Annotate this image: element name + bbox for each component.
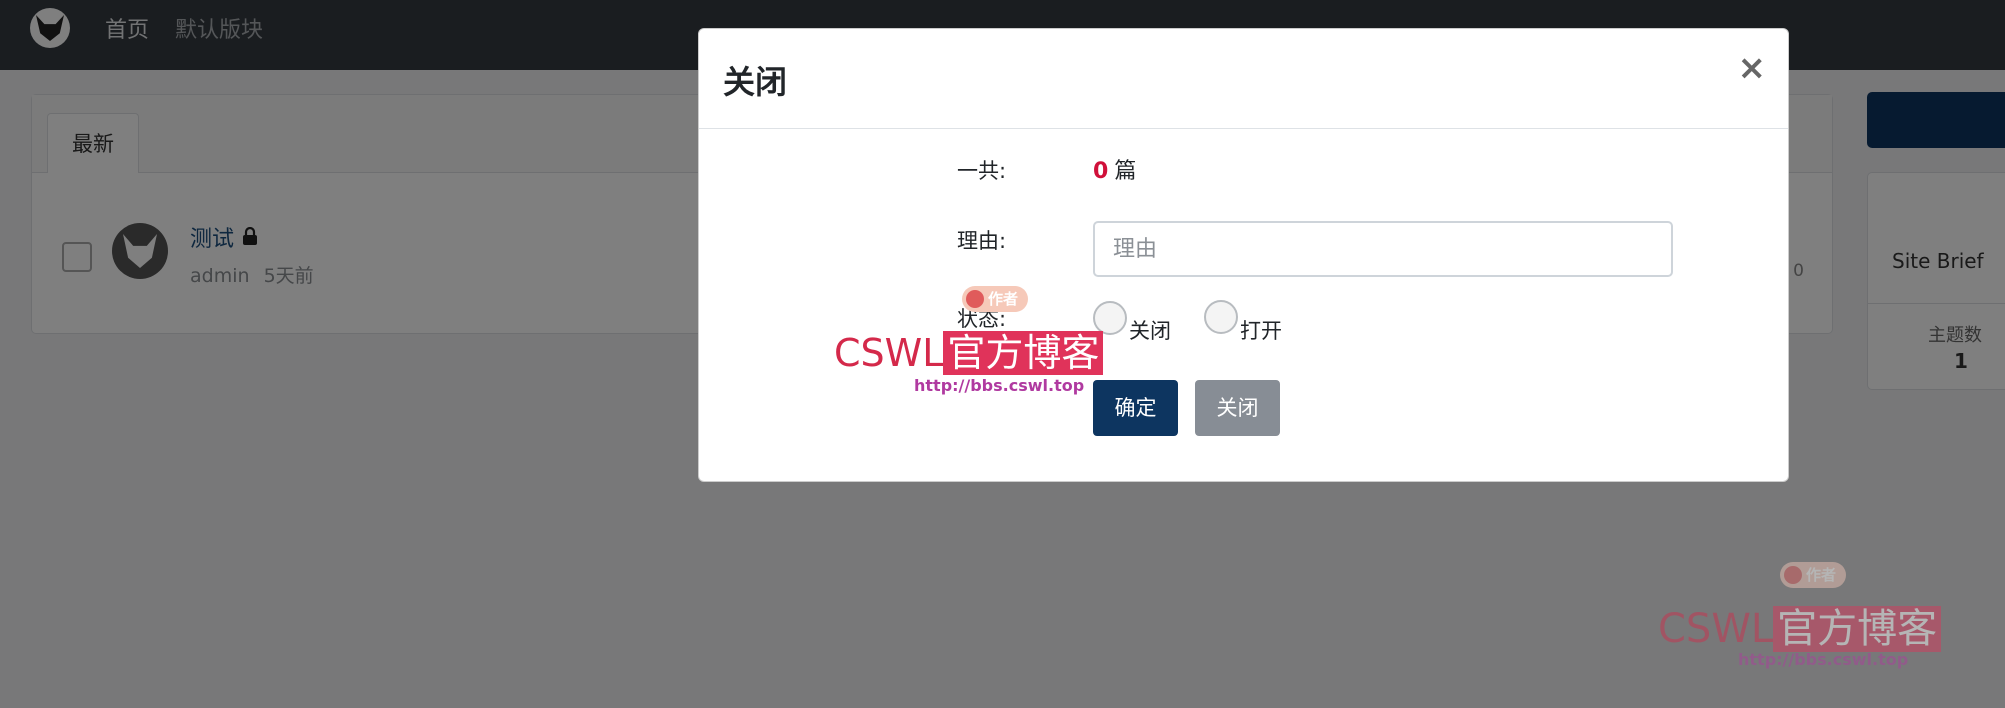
total-count: 0 (1093, 159, 1109, 184)
status-radio-open[interactable] (1204, 300, 1238, 334)
confirm-button[interactable]: 确定 (1093, 380, 1178, 436)
dialog-title: 关闭 (723, 63, 788, 101)
status-option-closed-label[interactable]: 关闭 (1129, 315, 1171, 345)
dialog-header: 关闭 × (699, 29, 1788, 129)
reason-label: 理由: (957, 229, 1007, 253)
close-thread-dialog: 关闭 × 一共: 0篇 理由: 状态: 关闭 打开 确定 关闭 (698, 28, 1789, 482)
total-label: 一共: (957, 159, 1007, 183)
total-unit: 篇 (1114, 159, 1137, 184)
total-value: 0篇 (1093, 153, 1136, 185)
status-radio-closed[interactable] (1093, 301, 1127, 335)
close-icon[interactable]: × (1738, 51, 1767, 85)
close-button[interactable]: 关闭 (1195, 380, 1280, 436)
status-option-open-label[interactable]: 打开 (1240, 315, 1282, 345)
reason-input[interactable] (1093, 221, 1673, 277)
status-label: 状态: (957, 307, 1007, 331)
